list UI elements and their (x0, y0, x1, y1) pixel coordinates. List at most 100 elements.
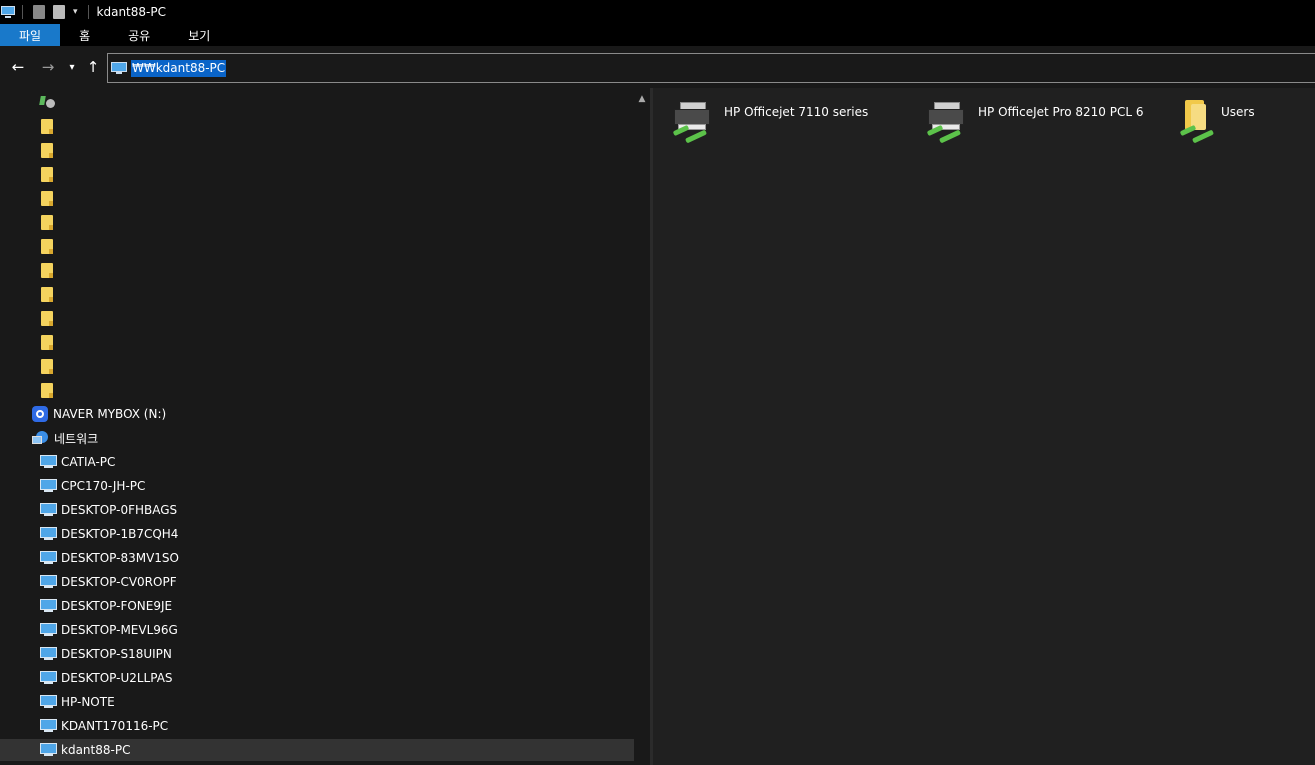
nav-item-computer[interactable]: DESKTOP-1B7CQH4 (0, 523, 634, 545)
network-drive-icon (39, 95, 55, 109)
computer-icon (40, 575, 57, 589)
computer-icon (40, 527, 57, 541)
folder-icon (41, 238, 53, 254)
nav-item-folder[interactable] (0, 379, 634, 401)
nav-item-label: DESKTOP-S18UIPN (61, 647, 172, 661)
folder-icon (41, 310, 53, 326)
nav-pane-scrollbar[interactable]: ▲ (634, 88, 650, 765)
tab-file[interactable]: 파일 (0, 24, 61, 46)
divider (87, 5, 89, 19)
nav-item-computer[interactable]: DESKTOP-S18UIPN (0, 643, 634, 665)
nav-item-folder[interactable] (0, 331, 634, 353)
nav-item-label: CATIA-PC (61, 455, 116, 469)
nav-item-label: HP-NOTE (61, 695, 115, 709)
nav-item-label: NAVER MYBOX (N:) (53, 407, 167, 421)
computer-icon (40, 743, 57, 757)
computer-icon (40, 551, 57, 565)
network-printer-icon (671, 98, 717, 144)
nav-item-drive[interactable] (0, 91, 634, 113)
nav-item-computer-selected[interactable]: kdant88-PC (0, 739, 634, 761)
nav-item-computer[interactable]: DESKTOP-CV0ROPF (0, 571, 634, 593)
nav-item-folder[interactable] (0, 307, 634, 329)
nav-item-folder[interactable] (0, 211, 634, 233)
folder-icon (41, 166, 53, 182)
nav-item-computer[interactable]: DESKTOP-83MV1SO (0, 547, 634, 569)
back-arrow-icon[interactable]: ← (9, 58, 27, 76)
folder-icon (41, 142, 53, 158)
computer-icon (40, 503, 57, 517)
navigation-bar: ← → ▾ ↑ ₩₩kdant88-PC (0, 50, 1315, 86)
nav-item-computer[interactable]: DESKTOP-U2LLPAS (0, 667, 634, 689)
nav-item-naver-mybox[interactable]: NAVER MYBOX (N:) (0, 403, 634, 425)
computer-icon (40, 455, 57, 469)
nav-item-folder[interactable] (0, 235, 634, 257)
nav-item-label: CPC170-JH-PC (61, 479, 146, 493)
computer-icon (40, 623, 57, 637)
tab-share[interactable]: 공유 (109, 24, 169, 46)
nav-item-folder[interactable] (0, 355, 634, 377)
share-item-folder[interactable]: Users (1179, 98, 1255, 144)
computer-icon (40, 599, 57, 613)
nav-item-computer[interactable]: CPC170-JH-PC (0, 475, 634, 497)
network-printer-icon (925, 98, 971, 144)
tab-view[interactable]: 보기 (169, 24, 229, 46)
nav-item-folder[interactable] (0, 283, 634, 305)
computer-icon (40, 695, 57, 709)
computer-icon (40, 647, 57, 661)
nav-item-computer[interactable]: KDANT170116-PC (0, 715, 634, 737)
folder-icon (41, 262, 53, 278)
nav-item-folder[interactable] (0, 115, 634, 137)
folder-icon (41, 118, 53, 134)
folder-icon (41, 190, 53, 206)
content-pane: HP Officejet 7110 series HP OfficeJet Pr… (653, 88, 1315, 765)
naver-mybox-icon (32, 406, 48, 422)
share-item-label: Users (1221, 105, 1255, 119)
nav-item-computer[interactable]: CATIA-PC (0, 451, 634, 473)
address-bar[interactable]: ₩₩kdant88-PC (107, 53, 1315, 83)
nav-item-folder[interactable] (0, 259, 634, 281)
share-item-label: HP Officejet 7110 series (724, 105, 869, 119)
nav-item-computer[interactable]: DESKTOP-0FHBAGS (0, 499, 634, 521)
folder-icon (41, 286, 53, 302)
navigation-pane: NAVER MYBOX (N:) 네트워크 CATIA-PC CPC170-JH… (0, 88, 650, 765)
share-item-printer[interactable]: HP OfficeJet Pro 8210 PCL 6 (925, 98, 1144, 144)
nav-item-computer[interactable]: DESKTOP-FONE9JE (0, 595, 634, 617)
folder-icon (41, 214, 53, 230)
new-folder-icon[interactable] (53, 5, 65, 19)
divider (22, 5, 23, 19)
tab-home[interactable]: 홈 (60, 24, 109, 46)
shared-folder-icon (1179, 98, 1215, 144)
computer-icon (111, 62, 127, 75)
computer-icon (40, 479, 57, 493)
address-input[interactable]: ₩₩kdant88-PC (131, 60, 227, 77)
folder-icon (41, 334, 53, 350)
nav-item-label: DESKTOP-83MV1SO (61, 551, 179, 565)
properties-icon[interactable] (33, 5, 45, 19)
computer-icon (40, 719, 57, 733)
nav-item-label: KDANT170116-PC (61, 719, 169, 733)
network-icon (32, 430, 49, 446)
recent-locations-chevron-icon[interactable]: ▾ (63, 58, 81, 76)
nav-item-computer[interactable]: DESKTOP-MEVL96G (0, 619, 634, 641)
nav-item-folder[interactable] (0, 163, 634, 185)
nav-item-label: DESKTOP-FONE9JE (61, 599, 173, 613)
folder-icon (41, 382, 53, 398)
share-item-printer[interactable]: HP Officejet 7110 series (671, 98, 868, 144)
scroll-up-arrow-icon[interactable]: ▲ (634, 92, 650, 106)
nav-item-computer[interactable]: HP-NOTE (0, 691, 634, 713)
up-arrow-icon[interactable]: ↑ (84, 58, 102, 76)
computer-icon (40, 671, 57, 685)
customize-toolbar-chevron-icon[interactable]: ▾ (73, 7, 78, 17)
nav-item-label: DESKTOP-1B7CQH4 (61, 527, 179, 541)
window-title: kdant88-PC (96, 5, 166, 19)
nav-item-folder[interactable] (0, 139, 634, 161)
title-bar: ▾ kdant88-PC (0, 0, 1315, 24)
nav-item-network[interactable]: 네트워크 (0, 427, 634, 449)
nav-item-label: DESKTOP-U2LLPAS (61, 671, 173, 685)
forward-arrow-icon[interactable]: → (39, 58, 57, 76)
nav-item-folder[interactable] (0, 187, 634, 209)
ribbon-tabs: 파일 홈 공유 보기 (0, 24, 1315, 46)
nav-item-label: 네트워크 (54, 431, 99, 446)
nav-item-label: DESKTOP-0FHBAGS (61, 503, 178, 517)
computer-icon[interactable] (0, 5, 16, 19)
